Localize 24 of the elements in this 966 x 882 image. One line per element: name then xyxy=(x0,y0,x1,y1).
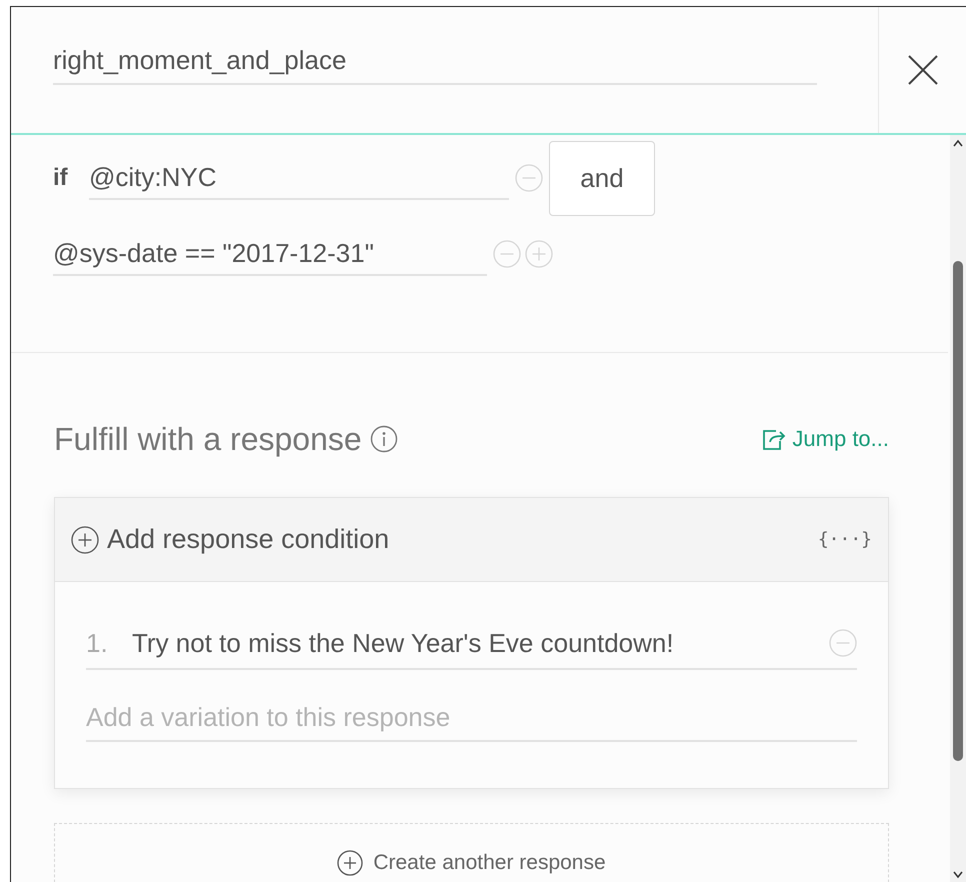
response-number: 1. xyxy=(86,628,109,658)
scroll-down-icon xyxy=(953,871,963,879)
close-icon xyxy=(906,54,938,86)
remove-icon[interactable] xyxy=(493,240,521,268)
remove-icon[interactable] xyxy=(515,164,543,192)
create-response-button[interactable]: Create another response xyxy=(54,823,889,882)
add-icon[interactable] xyxy=(71,526,99,554)
condition-field[interactable]: @sys-date == "2017-12-31" xyxy=(53,232,487,276)
response-field[interactable]: 1. Try not to miss the New Year's Eve countdown! xyxy=(86,618,857,670)
scrollbar[interactable] xyxy=(950,135,966,882)
add-condition-button[interactable]: Add response condition xyxy=(71,524,390,555)
condition-field[interactable]: @city:NYC xyxy=(89,156,509,200)
operator-button[interactable]: and xyxy=(549,140,655,216)
info-icon xyxy=(370,425,398,453)
response-text: Try not to miss the New Year's Eve countdown! xyxy=(132,628,674,658)
name-field[interactable]: right_moment_and_place xyxy=(53,37,817,85)
code-toggle[interactable]: {···} xyxy=(818,529,872,550)
remove-icon[interactable] xyxy=(829,629,857,657)
scroll-up-icon xyxy=(953,139,963,147)
add-icon[interactable] xyxy=(337,850,364,876)
if-label: if xyxy=(53,164,69,192)
section-title: Fulfill with a response xyxy=(54,420,362,458)
variation-field[interactable]: Add a variation to this response xyxy=(86,694,857,742)
scrollbar-thumb[interactable] xyxy=(953,261,963,761)
